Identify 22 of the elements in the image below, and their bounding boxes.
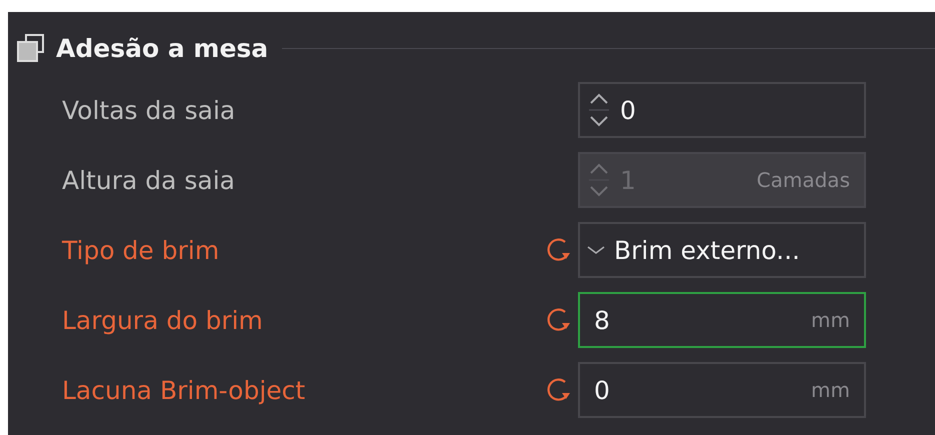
reset-icon[interactable] — [545, 236, 573, 264]
dropdown[interactable]: Brim externo... — [578, 222, 866, 278]
setting-label: Altura da saia — [61, 166, 236, 194]
input-field[interactable]: 0 — [578, 82, 866, 138]
unit-text: Camadas — [756, 168, 850, 192]
setting-label: Tipo de brim — [61, 236, 220, 264]
setting-label: Voltas da saia — [61, 96, 236, 124]
copy-icon — [16, 33, 46, 63]
reset-icon[interactable] — [545, 306, 573, 334]
reset-icon[interactable] — [545, 376, 573, 404]
setting-label: Lacuna Brim-object — [61, 376, 306, 404]
chevron-down-icon — [586, 245, 606, 255]
section-title: Adesão a mesa — [56, 34, 268, 62]
unit-text: mm — [811, 378, 850, 402]
value-text: Brim externo... — [614, 236, 801, 264]
value-text: 8 — [594, 306, 611, 334]
value-text: 0 — [620, 96, 637, 124]
unit-text: mm — [811, 308, 850, 332]
input-field[interactable]: 0 mm — [578, 362, 866, 418]
setting-label: Largura do brim — [61, 306, 264, 334]
input-field[interactable]: 8 mm — [578, 292, 866, 348]
value-text: 0 — [594, 376, 611, 404]
